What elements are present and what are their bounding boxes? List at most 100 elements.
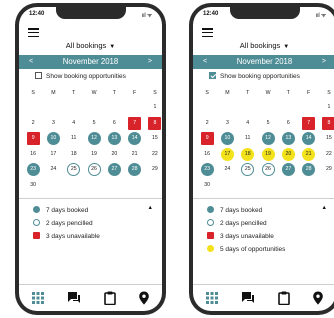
calendar-day-booked[interactable]: 12 [261, 132, 275, 145]
phone-left: 12:40 ııl ᯤ All bookings ▼ < November 201… [15, 3, 166, 315]
calendar-grid: S M T W T F S 1 2 3 4 5 6 7 8 9 10 11 12 13 14 15 16 17 18 19 20 21… [23, 87, 162, 195]
calendar-day-booked[interactable]: 10 [220, 132, 234, 145]
menu-icon[interactable] [202, 28, 213, 39]
calendar-day-opp[interactable]: 20 [281, 147, 295, 161]
calendar-week: 16 17 18 19 20 21 22 [197, 147, 334, 164]
calendar-day-booked[interactable]: 28 [302, 163, 316, 176]
calendar-day-unavail[interactable]: 7 [128, 116, 142, 130]
calendar-day-booked[interactable]: 14 [302, 132, 316, 145]
menu-icon[interactable] [28, 28, 39, 39]
calendar-day[interactable]: 15 [148, 132, 161, 145]
collapse-legend-icon[interactable]: ▲ [322, 205, 327, 211]
bookings-dropdown[interactable]: All bookings ▼ [193, 41, 334, 50]
calendar-day-unavail[interactable]: 9 [200, 132, 214, 145]
calendar-day-booked[interactable]: 14 [128, 132, 142, 145]
weekday-label: S [153, 90, 157, 96]
collapse-legend-icon[interactable]: ▲ [148, 205, 153, 211]
location-pin-icon[interactable] [137, 291, 151, 305]
chat-icon[interactable] [241, 291, 255, 305]
calendar-day-booked[interactable]: 27 [281, 163, 295, 176]
grid-icon[interactable] [205, 291, 219, 305]
calendar-week: 1 [23, 101, 158, 117]
calendar-day[interactable]: 11 [67, 132, 80, 145]
show-opportunities-toggle[interactable]: Show booking opportunities [35, 71, 126, 81]
legend: 7 days booked 2 days pencilled 3 days unav… [207, 204, 285, 256]
calendar-day-opp[interactable]: 19 [261, 147, 275, 161]
calendar-day[interactable]: 5 [88, 117, 101, 130]
calendar-day-opp[interactable]: 18 [241, 147, 255, 161]
calendar-day[interactable]: 5 [262, 117, 275, 130]
calendar-day-pencilled[interactable]: 25 [67, 163, 81, 176]
calendar-day[interactable]: 16 [27, 148, 40, 161]
calendar-week: 30 [23, 179, 158, 195]
calendar-day[interactable]: 6 [108, 117, 121, 130]
weekday-label: S [31, 90, 35, 96]
calendar-day[interactable]: 4 [241, 117, 254, 130]
clipboard-icon[interactable] [277, 291, 291, 305]
calendar-day[interactable]: 2 [27, 117, 40, 130]
calendar-day[interactable]: 3 [47, 117, 60, 130]
calendar-day-pencilled[interactable]: 26 [87, 163, 101, 176]
calendar-day[interactable]: 19 [88, 148, 101, 161]
calendar-day-booked[interactable]: 13 [281, 132, 295, 145]
calendar-day-booked[interactable]: 23 [200, 163, 214, 176]
bookings-dropdown[interactable]: All bookings ▼ [19, 41, 162, 50]
calendar-day-unavail[interactable]: 9 [26, 132, 40, 145]
calendar-day[interactable]: 17 [47, 148, 60, 161]
calendar-day[interactable]: 16 [201, 148, 214, 161]
clipboard-icon[interactable] [103, 291, 117, 305]
prev-month-icon[interactable]: < [203, 55, 207, 69]
legend-label: 2 days pencilled [46, 220, 93, 227]
weekday-header: SMTWTFS [197, 87, 332, 101]
show-opportunities-toggle[interactable]: Show booking opportunities [209, 71, 300, 81]
next-month-icon[interactable]: > [148, 55, 152, 69]
calendar-day[interactable]: 22 [148, 148, 161, 161]
grid-icon[interactable] [31, 291, 45, 305]
calendar-day[interactable]: 30 [27, 179, 40, 192]
calendar-day[interactable]: 11 [241, 132, 254, 145]
status-bar: 12:40 ııl ᯤ [201, 10, 328, 20]
calendar-day[interactable]: 1 [148, 101, 161, 114]
calendar-day[interactable]: 20 [108, 148, 121, 161]
calendar-day[interactable]: 1 [322, 101, 334, 114]
calendar-day-unavail[interactable]: 8 [322, 116, 334, 130]
calendar-day[interactable]: 6 [282, 117, 295, 130]
calendar-day-opp[interactable]: 21 [302, 147, 316, 161]
calendar-day-booked[interactable]: 27 [107, 163, 121, 176]
chat-icon[interactable] [67, 291, 81, 305]
calendar-day[interactable]: 29 [148, 163, 161, 176]
calendar-day-booked[interactable]: 13 [107, 132, 121, 145]
calendar-day[interactable]: 21 [128, 148, 141, 161]
calendar-day-pencilled[interactable]: 26 [261, 163, 275, 176]
opportunities-checkbox[interactable] [35, 71, 42, 79]
calendar-day[interactable]: 30 [201, 179, 214, 192]
calendar-day[interactable]: 18 [67, 148, 80, 161]
prev-month-icon[interactable]: < [29, 55, 33, 69]
calendar-day-pencilled[interactable]: 25 [241, 163, 255, 176]
calendar-day-booked[interactable]: 10 [46, 132, 60, 145]
calendar-day-unavail[interactable]: 7 [302, 116, 316, 130]
calendar-day-booked[interactable]: 28 [128, 163, 142, 176]
show-opportunities-label: Show booking opportunities [220, 73, 300, 80]
calendar-day-booked[interactable]: 23 [26, 163, 40, 176]
weekday-label: S [327, 90, 331, 96]
calendar-day[interactable]: 2 [201, 117, 214, 130]
calendar-day[interactable]: 22 [322, 148, 334, 161]
legend-label: 7 days booked [46, 207, 89, 214]
calendar-day-unavail[interactable]: 8 [148, 116, 162, 130]
calendar-day[interactable]: 24 [47, 163, 60, 176]
tab-bar [193, 285, 334, 307]
calendar-day[interactable]: 29 [322, 163, 334, 176]
calendar-day[interactable]: 4 [67, 117, 80, 130]
calendar-day[interactable]: 3 [221, 117, 234, 130]
calendar-day[interactable]: 15 [322, 132, 334, 145]
opportunities-checkbox[interactable] [209, 71, 216, 79]
weekday-label: M [51, 90, 56, 96]
location-pin-icon[interactable] [311, 291, 325, 305]
calendar-day-opp[interactable]: 17 [220, 147, 234, 161]
calendar-week: 2345678 [23, 116, 162, 133]
calendar-day-booked[interactable]: 12 [87, 132, 101, 145]
next-month-icon[interactable]: > [322, 55, 326, 69]
legend-item: 7 days booked [207, 204, 285, 217]
calendar-day[interactable]: 24 [221, 163, 234, 176]
